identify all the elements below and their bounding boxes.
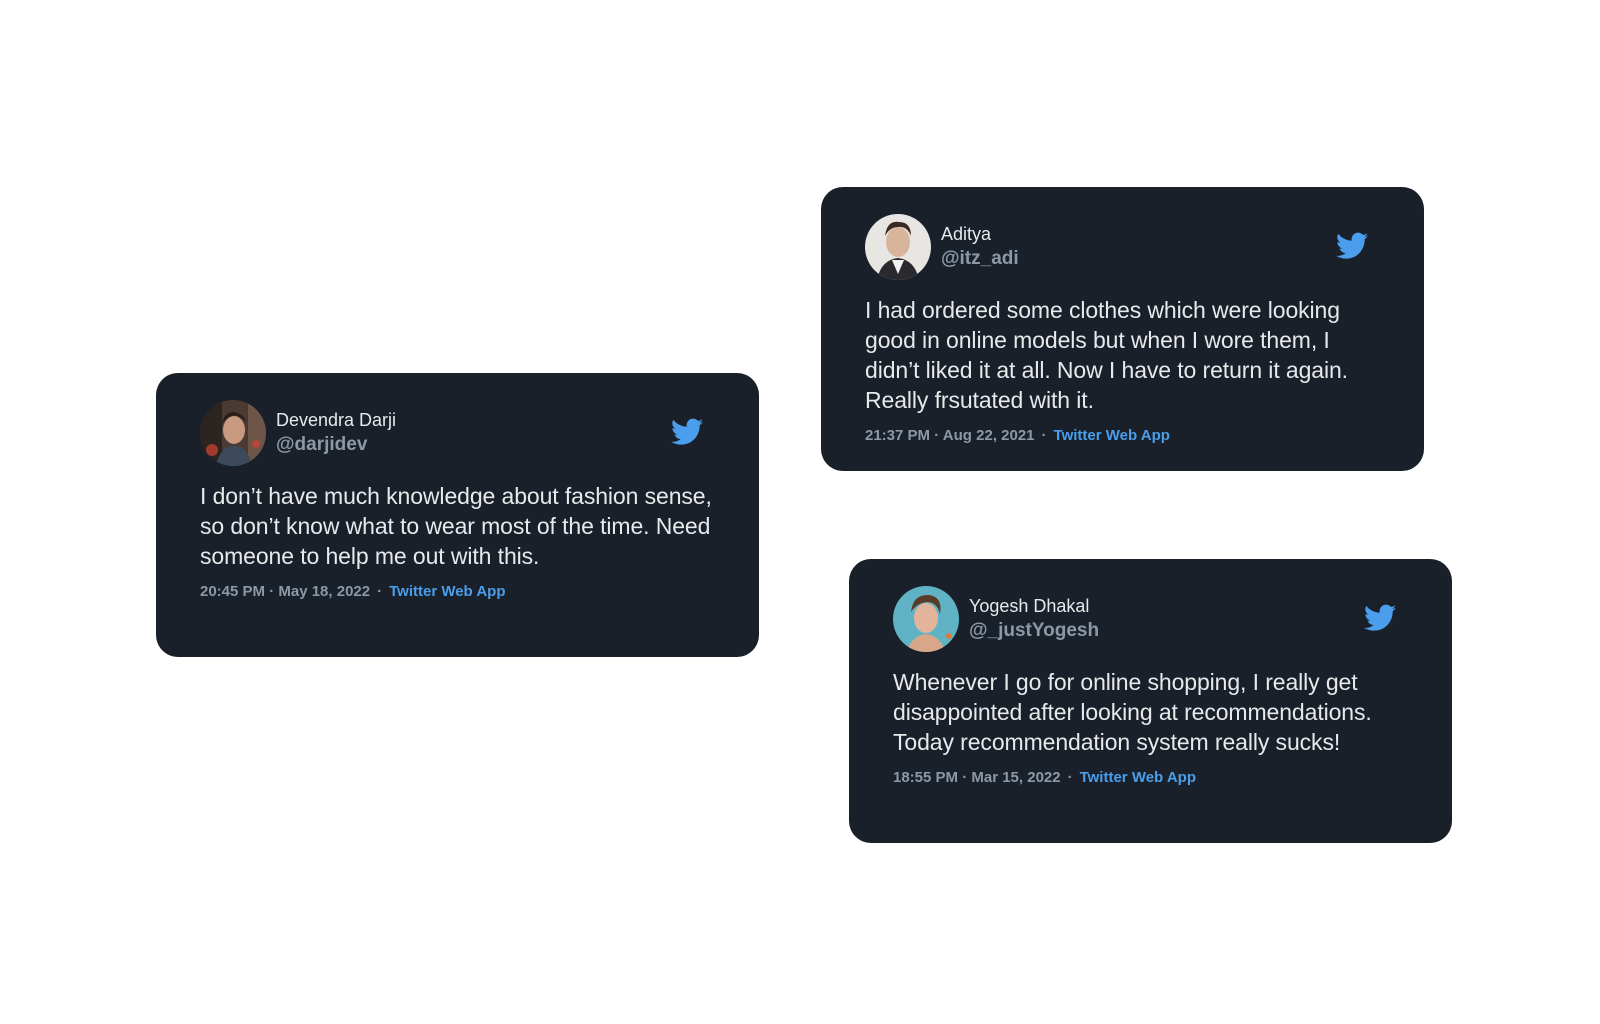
timestamp[interactable]: 20:45 PM · May 18, 2022 xyxy=(200,583,370,600)
author-names: Aditya @itz_adi xyxy=(941,222,1019,272)
timestamp[interactable]: 18:55 PM · Mar 15, 2022 xyxy=(893,769,1061,786)
tweet-header: Devendra Darji @darjidev xyxy=(200,399,715,467)
tweet-card-yogesh[interactable]: Yogesh Dhakal @_justYogesh Whenever I go… xyxy=(849,559,1452,843)
display-name[interactable]: Aditya xyxy=(941,222,1019,246)
tweet-header: Yogesh Dhakal @_justYogesh xyxy=(893,585,1408,653)
avatar[interactable] xyxy=(200,400,266,466)
source-link[interactable]: Twitter Web App xyxy=(1080,769,1196,786)
author-names: Devendra Darji @darjidev xyxy=(276,408,396,458)
tweet-text: I had ordered some clothes which were lo… xyxy=(865,297,1348,413)
handle[interactable]: @itz_adi xyxy=(941,246,1019,272)
meta-separator: · xyxy=(1041,427,1047,444)
author-names: Yogesh Dhakal @_justYogesh xyxy=(969,594,1099,644)
twitter-bird-icon xyxy=(1336,232,1368,259)
tweet-card-aditya[interactable]: Aditya @itz_adi I had ordered some cloth… xyxy=(821,187,1424,471)
handle[interactable]: @darjidev xyxy=(276,432,396,458)
avatar[interactable] xyxy=(893,586,959,652)
tweet-card-devendra[interactable]: Devendra Darji @darjidev I don’t have mu… xyxy=(156,373,759,657)
twitter-bird-icon xyxy=(1364,604,1396,631)
tweet-meta: 18:55 PM · Mar 15, 2022 · Twitter Web App xyxy=(893,768,1408,788)
twitter-bird-icon xyxy=(671,418,703,445)
display-name[interactable]: Devendra Darji xyxy=(276,408,396,432)
tweet-meta: 20:45 PM · May 18, 2022 · Twitter Web App xyxy=(200,582,715,602)
source-link[interactable]: Twitter Web App xyxy=(1054,427,1170,444)
display-name[interactable]: Yogesh Dhakal xyxy=(969,594,1099,618)
avatar[interactable] xyxy=(865,214,931,280)
tweet-header: Aditya @itz_adi xyxy=(865,213,1380,281)
tweet-text: I don’t have much knowledge about fashio… xyxy=(200,483,712,569)
meta-separator: · xyxy=(377,583,383,600)
source-link[interactable]: Twitter Web App xyxy=(389,583,505,600)
timestamp[interactable]: 21:37 PM · Aug 22, 2021 xyxy=(865,427,1035,444)
tweet-text: Whenever I go for online shopping, I rea… xyxy=(893,669,1372,755)
handle[interactable]: @_justYogesh xyxy=(969,618,1099,644)
meta-separator: · xyxy=(1067,769,1073,786)
tweet-meta: 21:37 PM · Aug 22, 2021 · Twitter Web App xyxy=(865,426,1380,446)
